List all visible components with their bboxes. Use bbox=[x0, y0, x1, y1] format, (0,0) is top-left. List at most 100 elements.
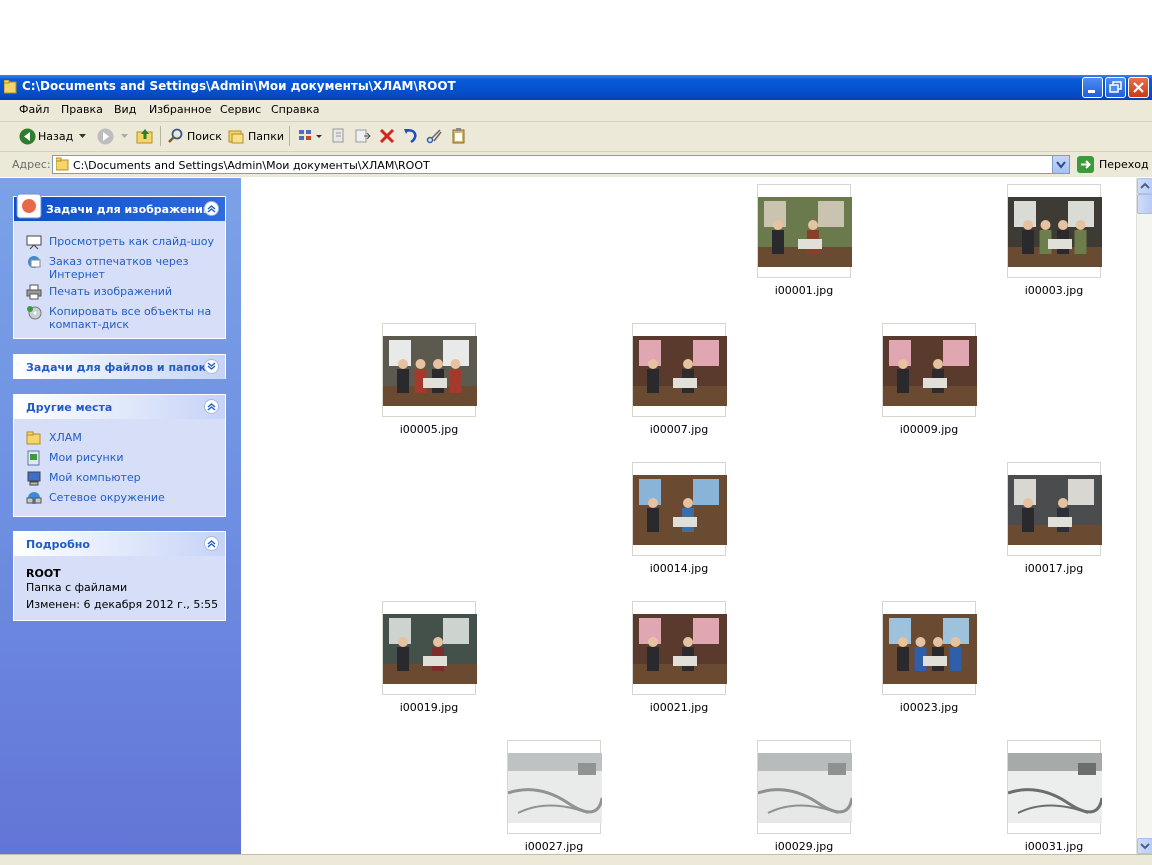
menu-tools[interactable]: Сервис bbox=[220, 103, 261, 116]
menu-edit[interactable]: Правка bbox=[61, 103, 103, 116]
thumbnail[interactable] bbox=[882, 601, 977, 695]
file-tasks-title: Задачи для файлов и папок bbox=[26, 361, 207, 374]
slideshow-icon bbox=[26, 235, 42, 250]
undo-icon bbox=[404, 129, 417, 144]
move-to-button[interactable] bbox=[330, 127, 348, 145]
search-icon bbox=[168, 128, 183, 143]
thumbnail[interactable] bbox=[507, 740, 602, 834]
close-icon bbox=[1133, 82, 1144, 93]
thumbnail[interactable] bbox=[882, 323, 977, 417]
toolbar: Назад Поиск Папки bbox=[0, 122, 1152, 152]
photo-thumbnail bbox=[633, 336, 727, 406]
search-button[interactable]: Поиск bbox=[167, 126, 222, 147]
address-dropdown-button[interactable] bbox=[1052, 156, 1069, 173]
folders-button[interactable]: Папки bbox=[227, 126, 284, 147]
collapse-icon[interactable] bbox=[204, 201, 219, 216]
close-button[interactable] bbox=[1128, 77, 1149, 98]
thumbnail[interactable] bbox=[382, 323, 477, 417]
photo-thumbnail bbox=[508, 753, 602, 823]
file-name[interactable]: i00007.jpg bbox=[619, 423, 739, 436]
move-to-icon bbox=[332, 128, 344, 143]
thumbnail[interactable] bbox=[632, 323, 727, 417]
details-header[interactable]: Подробно bbox=[14, 532, 225, 556]
file-name[interactable]: i00029.jpg bbox=[744, 840, 864, 853]
place-label-hlam: ХЛАМ bbox=[49, 431, 82, 444]
maximize-button[interactable] bbox=[1105, 77, 1126, 98]
scroll-down-button[interactable] bbox=[1137, 838, 1152, 854]
thumbnail[interactable] bbox=[1007, 740, 1102, 834]
other-places-header[interactable]: Другие места bbox=[14, 395, 225, 419]
file-name[interactable]: i00001.jpg bbox=[744, 284, 864, 297]
file-name[interactable]: i00027.jpg bbox=[494, 840, 614, 853]
collapse-icon[interactable] bbox=[204, 399, 219, 414]
file-name[interactable]: i00014.jpg bbox=[619, 562, 739, 575]
menu-file[interactable]: Файл bbox=[19, 103, 49, 116]
file-name[interactable]: i00017.jpg bbox=[994, 562, 1114, 575]
menu-help[interactable]: Справка bbox=[271, 103, 319, 116]
details-modified: Изменен: 6 декабря 2012 г., 5:55 bbox=[26, 598, 219, 611]
scroll-thumb[interactable] bbox=[1137, 194, 1152, 214]
clipboard-icon bbox=[452, 128, 465, 144]
collapse-icon[interactable] bbox=[204, 536, 219, 551]
photo-thumbnail bbox=[383, 336, 477, 406]
file-name[interactable]: i00023.jpg bbox=[869, 701, 989, 714]
delete-icon bbox=[379, 128, 395, 144]
image-tasks-header[interactable]: Задачи для изображений bbox=[14, 193, 225, 221]
copy-to-button[interactable] bbox=[354, 127, 372, 145]
file-name[interactable]: i00005.jpg bbox=[369, 423, 489, 436]
file-tasks-header[interactable]: Задачи для файлов и папок bbox=[14, 355, 225, 379]
pictures-icon bbox=[16, 193, 42, 219]
menu-favorites[interactable]: Избранное bbox=[149, 103, 211, 116]
thumbnail[interactable] bbox=[382, 601, 477, 695]
menu-bar: Файл Правка Вид Избранное Сервис Справка bbox=[0, 100, 1152, 122]
thumbnail[interactable] bbox=[757, 184, 852, 278]
expand-icon[interactable] bbox=[204, 359, 219, 374]
file-name[interactable]: i00021.jpg bbox=[619, 701, 739, 714]
status-bar bbox=[0, 854, 1152, 865]
photo-thumbnail bbox=[883, 336, 977, 406]
chevron-down-icon bbox=[1140, 843, 1150, 850]
go-label: Переход bbox=[1099, 158, 1149, 171]
forward-arrow-icon bbox=[97, 128, 114, 145]
image-tasks-title: Задачи для изображений bbox=[46, 203, 211, 216]
photo-thumbnail bbox=[1008, 197, 1102, 267]
back-button[interactable]: Назад bbox=[17, 126, 89, 147]
address-label: Адрес: bbox=[12, 158, 51, 171]
place-label-my-computer: Мой компьютер bbox=[49, 471, 141, 484]
thumbnail[interactable] bbox=[1007, 184, 1102, 278]
views-button[interactable] bbox=[297, 127, 324, 145]
thumbnail[interactable] bbox=[632, 601, 727, 695]
menu-view[interactable]: Вид bbox=[114, 103, 136, 116]
file-name[interactable]: i00031.jpg bbox=[994, 840, 1114, 853]
up-folder-button[interactable] bbox=[136, 127, 154, 145]
file-name[interactable]: i00009.jpg bbox=[869, 423, 989, 436]
folders-label: Папки bbox=[248, 130, 284, 143]
thumbnail[interactable] bbox=[757, 740, 852, 834]
minimize-icon bbox=[1088, 90, 1095, 93]
go-arrow-icon bbox=[1077, 156, 1094, 173]
chevron-down-icon bbox=[1056, 161, 1066, 169]
vertical-scrollbar[interactable] bbox=[1136, 178, 1152, 854]
dropdown-arrow-icon bbox=[79, 134, 86, 138]
address-input[interactable]: C:\Documents and Settings\Admin\Мои доку… bbox=[52, 155, 1070, 174]
cut-button[interactable] bbox=[426, 127, 444, 145]
undo-button[interactable] bbox=[402, 127, 420, 145]
photo-thumbnail bbox=[1008, 475, 1102, 545]
address-bar: Адрес: C:\Documents and Settings\Admin\М… bbox=[0, 152, 1152, 177]
scroll-up-button[interactable] bbox=[1137, 178, 1152, 194]
thumbnail[interactable] bbox=[1007, 462, 1102, 556]
title-bar[interactable]: C:\Documents and Settings\Admin\Мои доку… bbox=[0, 75, 1152, 100]
back-label: Назад bbox=[38, 130, 74, 143]
thumbnail[interactable] bbox=[632, 462, 727, 556]
toolbar-separator bbox=[160, 126, 161, 146]
details-name: ROOT bbox=[26, 567, 61, 580]
other-places-panel: Другие места ХЛАМ Мои рисунки Мой компью… bbox=[13, 394, 226, 517]
minimize-button[interactable] bbox=[1082, 77, 1103, 98]
folders-icon bbox=[228, 130, 244, 144]
paste-button[interactable] bbox=[450, 127, 468, 145]
file-name[interactable]: i00019.jpg bbox=[369, 701, 489, 714]
file-name[interactable]: i00003.jpg bbox=[994, 284, 1114, 297]
delete-button[interactable] bbox=[378, 127, 396, 145]
forward-button[interactable] bbox=[95, 126, 131, 147]
search-label: Поиск bbox=[187, 130, 222, 143]
